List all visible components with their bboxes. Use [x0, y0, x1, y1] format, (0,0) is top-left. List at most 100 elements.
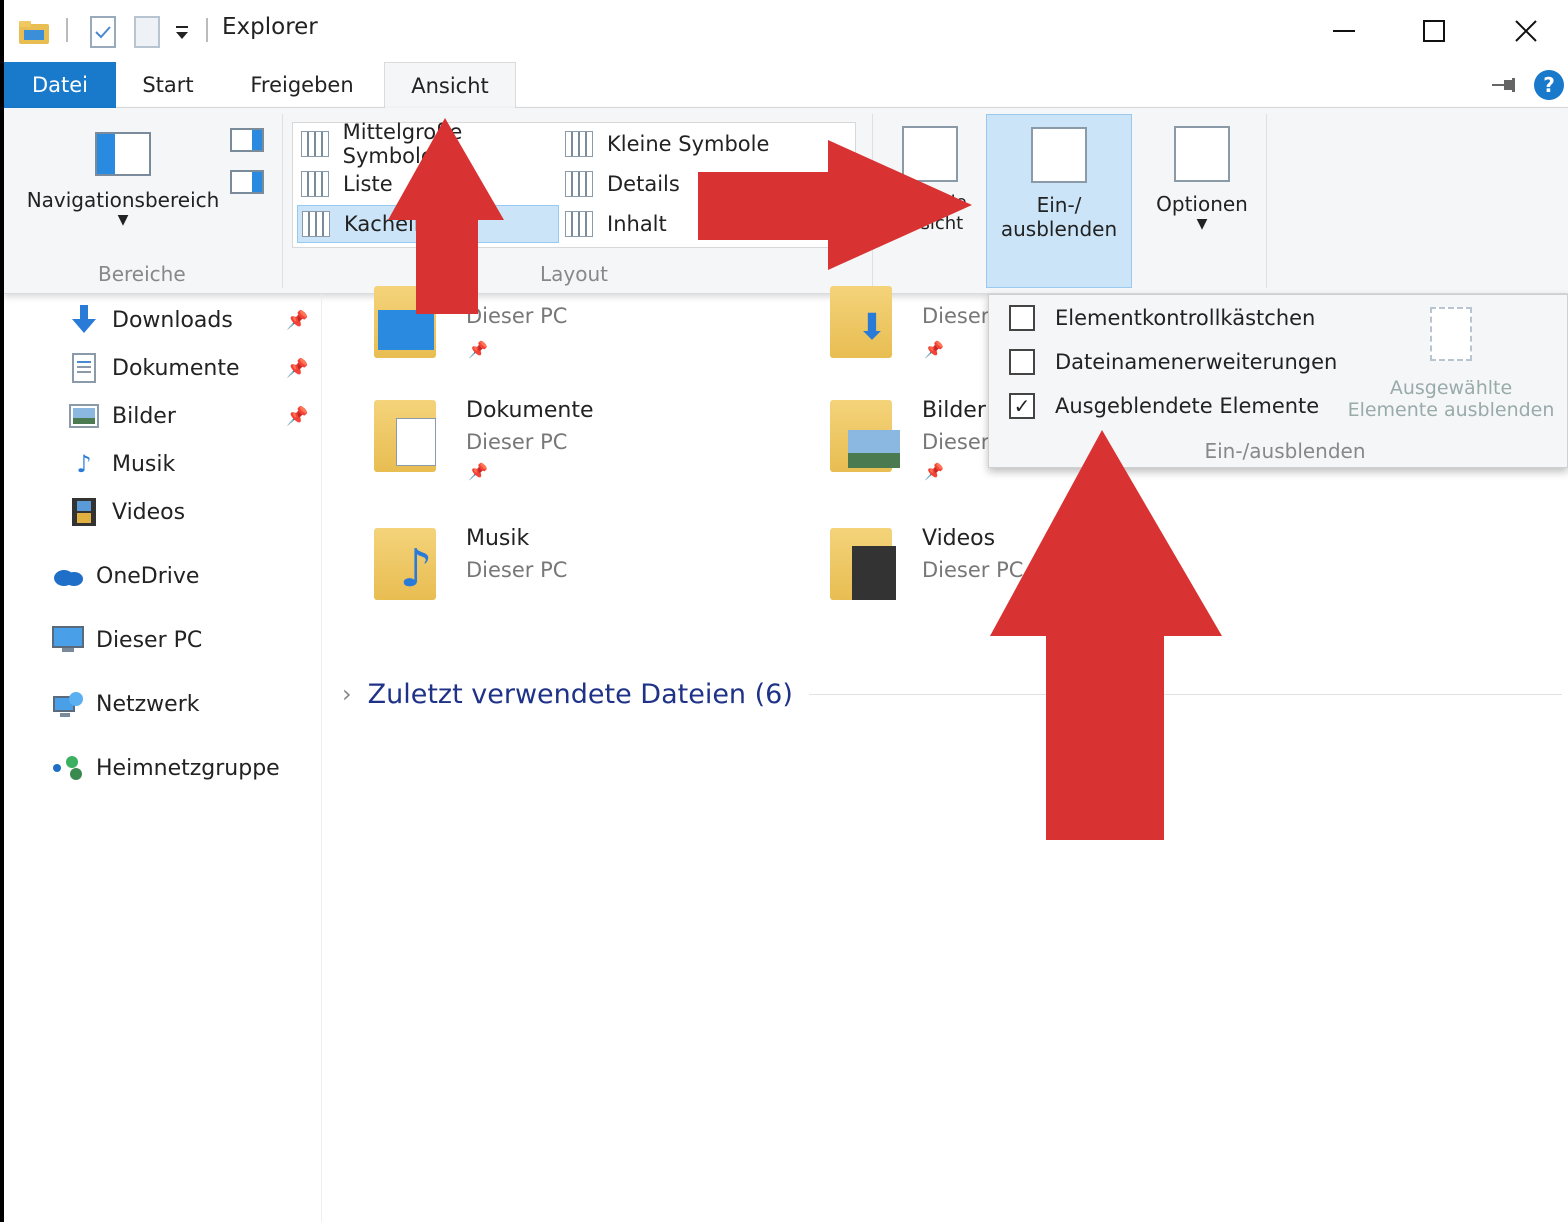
layout-item-label: Details	[607, 172, 680, 196]
folder-location: Dieser PC	[466, 558, 568, 582]
nav-item-dokumente[interactable]: Dokumente	[68, 348, 239, 388]
toolbar-separator	[66, 18, 68, 42]
ribbon-panel: Navigationsbereich ▼ Bereiche Mittelgroß…	[4, 108, 1568, 294]
tab-ansicht[interactable]: Ansicht	[384, 62, 516, 109]
nav-item-downloads[interactable]: Downloads	[68, 300, 233, 340]
layout-details[interactable]: Details	[561, 165, 821, 203]
caret-down-icon: ▼	[117, 212, 129, 228]
folder-tile[interactable]: Videos Dieser PC	[790, 526, 1210, 636]
network-icon	[52, 689, 84, 719]
checkbox-item-check-boxes[interactable]: Elementkontrollkästchen	[1009, 303, 1315, 333]
folder-name: Musik	[466, 526, 530, 551]
checkbox-file-extensions[interactable]: Dateinamenerweiterungen	[1009, 347, 1337, 377]
folder-tile[interactable]: ♪ Musik Dieser PC	[334, 526, 754, 636]
window-title: Explorer	[222, 14, 318, 40]
recent-files-label: Zuletzt verwendete Dateien (6)	[367, 678, 793, 710]
pin-icon: 📌	[468, 340, 488, 359]
folder-app-icon[interactable]	[18, 14, 52, 50]
help-icon[interactable]: ?	[1534, 70, 1564, 100]
recent-files-group-header[interactable]: › Zuletzt verwendete Dateien (6)	[342, 674, 1562, 714]
group-separator	[1266, 114, 1267, 288]
nav-item-label: Dieser PC	[96, 627, 203, 653]
layout-content[interactable]: Inhalt	[561, 205, 821, 243]
nav-item-label: Netzwerk	[96, 691, 200, 717]
current-view-label: Aktuelle Ansicht	[893, 192, 967, 234]
title-bar: Explorer	[4, 0, 1568, 62]
group-label-bereiche: Bereiche	[98, 262, 186, 286]
checkbox-label: Dateinamenerweiterungen	[1055, 350, 1338, 374]
navigation-pane-button[interactable]: Navigationsbereich ▼	[16, 116, 230, 256]
pin-icon[interactable]: 📌	[286, 358, 308, 379]
checkbox[interactable]	[1009, 349, 1035, 375]
film-icon	[68, 497, 100, 527]
documents-folder-icon	[374, 400, 436, 472]
layout-small-icons[interactable]: Kleine Symbole	[561, 125, 821, 163]
hide-selected-label-line2: Elemente ausblenden	[1347, 399, 1555, 421]
hide-selected-label-line1: Ausgewählte	[1389, 377, 1513, 399]
layout-tiles[interactable]: Kacheln	[297, 205, 559, 243]
tab-freigeben[interactable]: Freigeben	[230, 62, 374, 108]
show-hide-label-line1: Ein-/	[1036, 193, 1082, 217]
group-label-layout: Layout	[540, 262, 608, 286]
layout-item-label: Liste	[343, 172, 393, 196]
layout-item-label: Kacheln	[344, 212, 428, 236]
hide-selected-items-button[interactable]: Ausgewählte Elemente ausblenden	[1337, 299, 1565, 421]
nav-item-heimnetzgruppe[interactable]: Heimnetzgruppe	[52, 748, 280, 788]
close-button[interactable]	[1496, 10, 1556, 52]
checkbox-hidden-items[interactable]: ✓ Ausgeblendete Elemente	[1009, 391, 1319, 421]
minimize-button[interactable]	[1314, 10, 1374, 52]
ribbon-tab-bar: Datei Start Freigeben Ansicht	[4, 62, 1568, 109]
navigation-pane-icon	[95, 132, 151, 176]
checkbox[interactable]	[1009, 305, 1035, 331]
pin-icon: 📌	[924, 340, 944, 359]
explorer-window: Explorer Datei Start Freigeben Ansicht ?…	[4, 0, 1568, 1222]
picture-icon	[68, 401, 100, 431]
show-hide-icon	[1031, 127, 1087, 183]
document-icon	[68, 353, 100, 383]
nav-item-label: Videos	[112, 499, 186, 525]
group-label-show-hide: Ein-/ausblenden	[1204, 439, 1366, 463]
nav-item-dieser-pc[interactable]: Dieser PC	[52, 620, 202, 660]
layout-medium-icons[interactable]: Mittelgroße Symbole	[297, 120, 557, 168]
folder-name: Videos	[922, 526, 996, 551]
layout-list[interactable]: Liste	[297, 165, 557, 203]
details-pane-icon[interactable]	[230, 170, 264, 194]
folder-tile[interactable]: Dieser PC 📌	[334, 286, 754, 410]
maximize-button[interactable]	[1404, 10, 1464, 52]
tab-datei[interactable]: Datei	[4, 62, 116, 108]
properties-icon[interactable]	[90, 14, 116, 50]
folder-location: Dieser PC	[922, 558, 1024, 582]
show-hide-button[interactable]: Ein-/ ausblenden	[986, 114, 1132, 288]
options-button[interactable]: Optionen ▼	[1140, 114, 1264, 288]
group-separator	[872, 114, 873, 288]
homegroup-icon	[52, 753, 84, 783]
folder-name: Bilder	[922, 398, 986, 423]
nav-item-videos[interactable]: Videos	[68, 492, 185, 532]
current-view-button[interactable]: Aktuelle Ansicht	[880, 114, 980, 288]
preview-pane-icon[interactable]	[230, 128, 264, 152]
checkbox-checked[interactable]: ✓	[1009, 393, 1035, 419]
caret-down-icon: ▼	[1196, 216, 1208, 232]
show-hide-dropdown: Elementkontrollkästchen Dateinamenerweit…	[988, 294, 1568, 468]
cloud-icon	[52, 561, 84, 591]
pin-icon[interactable]: 📌	[286, 406, 308, 427]
tab-start[interactable]: Start	[116, 62, 220, 108]
navigation-pane-label: Navigationsbereich	[26, 188, 220, 212]
small-icons-icon	[565, 131, 593, 157]
nav-item-label: Heimnetzgruppe	[96, 755, 280, 781]
folder-location: Dieser PC	[466, 430, 568, 454]
nav-item-bilder[interactable]: Bilder	[68, 396, 176, 436]
folder-location: Dieser PC	[466, 304, 568, 328]
folder-tile[interactable]: Dokumente Dieser PC 📌	[334, 398, 754, 508]
nav-item-label: Bilder	[112, 403, 176, 429]
pin-icon[interactable]: 📌	[286, 310, 308, 331]
hide-selected-icon	[1430, 307, 1472, 361]
videos-folder-icon	[830, 528, 896, 600]
nav-item-musik[interactable]: ♪ Musik	[68, 444, 175, 484]
download-arrow-icon	[68, 305, 100, 335]
new-folder-icon[interactable]	[134, 14, 160, 50]
customize-toolbar-dropdown-icon[interactable]	[174, 14, 190, 50]
nav-item-onedrive[interactable]: OneDrive	[52, 556, 199, 596]
pin-ribbon-icon[interactable]	[1492, 76, 1518, 97]
nav-item-netzwerk[interactable]: Netzwerk	[52, 684, 199, 724]
